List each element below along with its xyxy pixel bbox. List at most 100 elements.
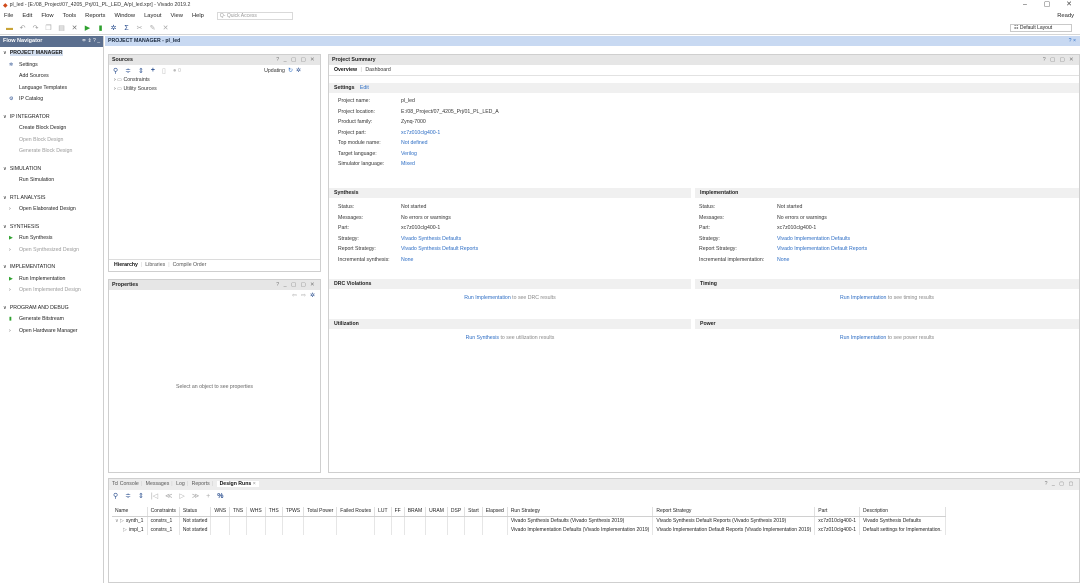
column-header[interactable]: Description — [859, 507, 946, 517]
column-header[interactable]: Run Strategy — [507, 507, 654, 517]
gear-icon[interactable]: ✲ — [310, 292, 315, 299]
summary-link[interactable]: xc7z010clg400-1 — [401, 128, 440, 139]
column-header[interactable]: THS — [265, 507, 283, 517]
table-row[interactable]: ∨ ▷ synth_1 constrs_1 Not started Vivado Syn… — [112, 516, 946, 526]
menu-window[interactable]: Window — [114, 13, 135, 19]
column-header[interactable]: Name — [112, 507, 148, 517]
section-project-manager[interactable]: ∨ PROJECT MANAGER — [0, 48, 103, 60]
menu-reports[interactable]: Reports — [85, 13, 105, 19]
run-synthesis-link[interactable]: Run Synthesis — [466, 335, 499, 341]
column-header[interactable]: Status — [179, 507, 212, 517]
panel-controls[interactable]: ? ▢ ▢ ✕ — [1043, 55, 1075, 65]
quick-access-input[interactable]: Q- Quick Access — [216, 12, 293, 20]
first-icon[interactable]: |◁ — [151, 492, 158, 500]
column-header[interactable]: TNS — [229, 507, 248, 517]
nav-item-open-elaborated-design[interactable]: › Open Elaborated Design — [0, 204, 103, 216]
search-icon[interactable]: ⚲ — [113, 492, 118, 500]
section-implementation[interactable]: ∨ IMPLEMENTATION — [0, 262, 103, 274]
undo-icon[interactable]: ↶ — [17, 24, 28, 33]
collapse-all-icon[interactable]: ≑ — [125, 492, 131, 500]
expand-all-icon[interactable]: ⇕ — [138, 492, 144, 500]
run-implementation-link[interactable]: Run Implementation — [464, 295, 510, 301]
tab-overview[interactable]: Overview — [334, 67, 357, 73]
add-sources-icon[interactable]: + — [151, 67, 155, 74]
summary-link[interactable]: Not defined — [401, 138, 428, 149]
nav-item-open-synthesized-design[interactable]: › Open Synthesized Design — [0, 245, 103, 257]
forward-icon[interactable]: ⇨ — [301, 292, 306, 299]
nav-item-ip-catalog[interactable]: ⚙ IP Catalog — [0, 94, 103, 106]
summary-link[interactable]: Verilog — [401, 149, 417, 160]
paste-icon[interactable]: ▤ — [56, 24, 67, 33]
nav-item-open-block-design[interactable]: Open Block Design — [0, 135, 103, 147]
column-header[interactable]: TPWS — [282, 507, 305, 517]
nav-item-open-implemented-design[interactable]: › Open Implemented Design — [0, 285, 103, 297]
flow-navigator-controls[interactable]: ≑ ⇕ ? _ — [82, 36, 100, 47]
gear-icon[interactable]: ✲ — [296, 67, 301, 74]
previous-icon[interactable]: ≪ — [165, 492, 172, 500]
column-header[interactable]: LUT — [374, 507, 392, 517]
bitstream-icon[interactable]: ▮ — [95, 24, 106, 33]
nav-item-run-simulation[interactable]: Run Simulation — [0, 175, 103, 187]
add-run-icon[interactable]: + — [206, 493, 210, 500]
percent-icon[interactable]: % — [217, 493, 223, 500]
column-header[interactable]: Failed Routes — [336, 507, 376, 517]
nav-item-add-sources[interactable]: Add Sources — [0, 71, 103, 83]
maximize-button[interactable]: ▢ — [1036, 0, 1058, 10]
next-icon[interactable]: ≫ — [192, 492, 199, 500]
pencil-icon[interactable]: ✎ — [147, 24, 158, 33]
tab-hierarchy[interactable]: Hierarchy — [111, 260, 141, 269]
section-program-and-debug[interactable]: ∨ PROGRAM AND DEBUG — [0, 303, 103, 315]
nav-item-run-implementation[interactable]: ▶ Run Implementation — [0, 274, 103, 286]
menu-file[interactable]: File — [4, 13, 13, 19]
nav-item-language-templates[interactable]: Language Templates — [0, 83, 103, 95]
sigma-icon[interactable]: Σ — [121, 24, 132, 33]
tab-log[interactable]: Log — [176, 481, 185, 487]
column-header[interactable]: URAM — [425, 507, 448, 517]
refresh-icon[interactable]: ↻ — [288, 67, 293, 74]
menu-edit[interactable]: Edit — [22, 13, 32, 19]
cancel-icon[interactable]: ✕ — [160, 24, 171, 33]
run-implementation-link[interactable]: Run Implementation — [840, 295, 886, 301]
menu-layout[interactable]: Layout — [144, 13, 161, 19]
tab-reports[interactable]: Reports — [192, 481, 210, 487]
column-header[interactable]: Report Strategy — [652, 507, 816, 517]
open-project-icon[interactable]: ▬ — [4, 24, 15, 33]
panel-controls[interactable]: ? _ ▢ ▢ ✕ — [276, 280, 316, 290]
section-ip-integrator[interactable]: ∨ IP INTEGRATOR — [0, 112, 103, 124]
delete-icon[interactable]: ✕ — [69, 24, 80, 33]
collapse-all-icon[interactable]: ≑ — [125, 67, 131, 75]
menu-help[interactable]: Help — [192, 13, 204, 19]
section-rtl-analysis[interactable]: ∨ RTL ANALYSIS — [0, 193, 103, 205]
summary-link[interactable]: Vivado Implementation Defaults — [777, 234, 850, 245]
column-header[interactable]: Start — [464, 507, 483, 517]
menu-view[interactable]: View — [170, 13, 182, 19]
copy-icon[interactable]: ❐ — [43, 24, 54, 33]
column-header[interactable]: Total Power — [303, 507, 338, 517]
tree-toggle-icon[interactable]: ▷ — [123, 527, 127, 533]
minimize-button[interactable]: – — [1014, 0, 1036, 10]
expand-all-icon[interactable]: ⇕ — [138, 67, 144, 75]
close-button[interactable]: ✕ — [1058, 0, 1080, 10]
redo-icon[interactable]: ↷ — [30, 24, 41, 33]
help-close-icons[interactable]: ? × — [1069, 36, 1076, 46]
summary-link[interactable]: Vivado Implementation Default Reports — [777, 244, 867, 255]
summary-link[interactable]: None — [777, 255, 789, 266]
nav-item-create-block-design[interactable]: Create Block Design — [0, 123, 103, 135]
panel-controls[interactable]: ? _ ▢ ▢ ✕ — [276, 55, 316, 65]
table-row[interactable]: ▷ impl_1 constrs_1 Not started Vivado Implem… — [112, 525, 946, 535]
section-simulation[interactable]: ∨ SIMULATION — [0, 164, 103, 176]
menu-tools[interactable]: Tools — [63, 13, 77, 19]
column-header[interactable]: Constraints — [147, 507, 180, 517]
column-header[interactable]: WNS — [210, 507, 231, 517]
file-icon[interactable]: ▯ — [162, 67, 166, 75]
close-tab-icon[interactable]: × — [253, 481, 256, 487]
column-header[interactable]: Part — [814, 507, 861, 517]
tab-design-runs[interactable]: Design Runs × — [216, 481, 259, 487]
tree-toggle-icon[interactable]: ∨ ▷ — [115, 518, 124, 524]
column-header[interactable]: FF — [391, 507, 405, 517]
column-header[interactable]: Elapsed — [482, 507, 508, 517]
column-header[interactable]: BRAM — [404, 507, 427, 517]
nav-item-run-synthesis[interactable]: ▶ Run Synthesis — [0, 233, 103, 245]
tab-dashboard[interactable]: Dashboard — [365, 67, 390, 73]
cut-icon[interactable]: ✂ — [134, 24, 145, 33]
